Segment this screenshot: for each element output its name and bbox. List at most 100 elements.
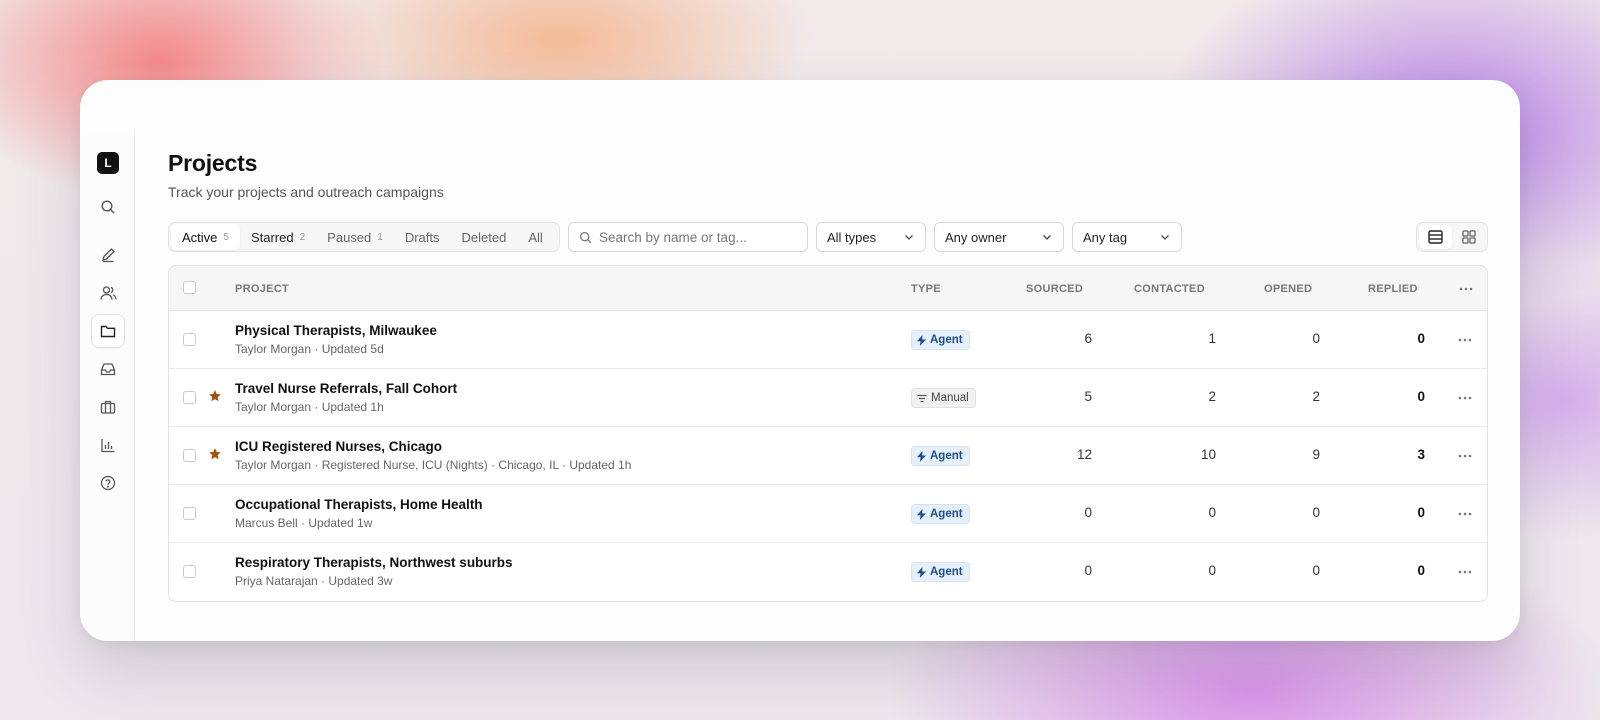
table-header: PROJECT TYPE SOURCED CONTACTED OPENED RE… <box>169 266 1487 311</box>
tab-deleted[interactable]: Deleted <box>451 224 518 250</box>
column-header-project[interactable]: PROJECT <box>235 266 289 311</box>
project-name[interactable]: Travel Nurse Referrals, Fall Cohort <box>235 381 457 396</box>
select-all-checkbox[interactable] <box>183 281 196 294</box>
sidebar-item-jobs[interactable] <box>91 390 125 424</box>
column-header-opened[interactable]: OPENED <box>1264 266 1312 311</box>
tab-label: Starred <box>250 229 294 245</box>
type-badge-label: Manual <box>931 392 969 404</box>
tab-count: 1 <box>377 231 383 243</box>
row-actions-button[interactable] <box>1457 391 1473 405</box>
column-header-type[interactable]: TYPE <box>911 266 941 311</box>
sidebar-item-projects[interactable] <box>91 314 125 348</box>
replied-count: 0 <box>1417 563 1425 578</box>
project-name[interactable]: Respiratory Therapists, Northwest suburb… <box>235 555 513 570</box>
sidebar-item-inbox[interactable] <box>91 352 125 386</box>
sourced-count: 5 <box>1084 389 1092 404</box>
app-logo[interactable]: L <box>97 152 119 174</box>
chevron-down-icon <box>1161 235 1169 240</box>
users-icon <box>99 286 117 300</box>
table-row[interactable]: ICU Registered Nurses, Chicago Taylor Mo… <box>169 427 1487 485</box>
sidebar-item-compose[interactable] <box>91 238 125 272</box>
replied-count: 3 <box>1417 447 1425 462</box>
more-horizontal-icon <box>1458 454 1472 458</box>
opened-count: 0 <box>1312 505 1320 520</box>
briefcase-icon <box>100 400 116 414</box>
sourced-count: 0 <box>1084 563 1092 578</box>
tab-label: All <box>528 229 543 245</box>
type-filter-select[interactable]: All types <box>816 222 926 252</box>
row-actions-button[interactable] <box>1457 565 1473 579</box>
tab-all[interactable]: All <box>517 224 553 250</box>
column-options-button[interactable] <box>1459 266 1473 311</box>
contacted-count: 10 <box>1200 447 1216 462</box>
project-name[interactable]: Occupational Therapists, Home Health <box>235 497 483 512</box>
view-toggle <box>1416 222 1488 252</box>
opened-count: 9 <box>1312 447 1320 462</box>
project-name[interactable]: Physical Therapists, Milwaukee <box>235 323 437 338</box>
type-badge-label: Agent <box>930 508 963 520</box>
tag-filter-value: Any tag <box>1083 229 1128 245</box>
grid-view-icon <box>1461 230 1476 244</box>
table-row[interactable]: Physical Therapists, Milwaukee Taylor Mo… <box>169 311 1487 369</box>
column-header-contacted[interactable]: CONTACTED <box>1134 266 1205 311</box>
tag-filter-select[interactable]: Any tag <box>1072 222 1182 252</box>
star-icon[interactable] <box>208 389 222 403</box>
search-box[interactable] <box>568 222 808 252</box>
row-checkbox[interactable] <box>183 507 196 520</box>
replied-count: 0 <box>1417 505 1425 520</box>
sidebar-item-help[interactable] <box>91 466 125 500</box>
lightning-icon <box>917 334 926 346</box>
toolbar: Active 5 Starred 2 Paused 1 Drafts Delet… <box>168 222 1488 252</box>
star-icon[interactable] <box>208 447 222 461</box>
project-meta: Taylor Morgan · Registered Nurse, ICU (N… <box>235 458 632 472</box>
column-header-replied[interactable]: REPLIED <box>1368 266 1418 311</box>
project-meta: Taylor Morgan · Updated 1h <box>235 400 384 414</box>
projects-table: PROJECT TYPE SOURCED CONTACTED OPENED RE… <box>168 265 1488 602</box>
sidebar-item-search[interactable] <box>91 190 125 224</box>
owner-filter-select[interactable]: Any owner <box>934 222 1064 252</box>
type-badge-label: Agent <box>930 334 963 346</box>
tab-label: Deleted <box>461 229 507 245</box>
table-row[interactable]: Occupational Therapists, Home Health Mar… <box>169 485 1487 543</box>
row-checkbox[interactable] <box>183 391 196 404</box>
type-badge-label: Agent <box>930 450 963 462</box>
search-icon <box>579 231 592 243</box>
main-content: Projects Track your projects and outreac… <box>168 80 1488 641</box>
column-header-sourced[interactable]: SOURCED <box>1026 266 1083 311</box>
sidebar-item-analytics[interactable] <box>91 428 125 462</box>
type-filter-value: All types <box>827 229 877 245</box>
project-meta: Taylor Morgan · Updated 5d <box>235 342 384 356</box>
grid-view-button[interactable] <box>1452 225 1485 249</box>
table-row[interactable]: Travel Nurse Referrals, Fall Cohort Tayl… <box>169 369 1487 427</box>
type-badge: Manual <box>911 388 976 408</box>
chevron-down-icon <box>1043 235 1051 240</box>
row-actions-button[interactable] <box>1457 449 1473 463</box>
tab-starred[interactable]: Starred 2 <box>240 224 316 250</box>
table-row[interactable]: Respiratory Therapists, Northwest suburb… <box>169 543 1487 601</box>
replied-count: 0 <box>1417 331 1425 346</box>
page-title: Projects <box>168 150 258 176</box>
status-tabs: Active 5 Starred 2 Paused 1 Drafts Delet… <box>168 222 560 252</box>
opened-count: 2 <box>1312 389 1320 404</box>
more-horizontal-icon <box>1458 512 1472 516</box>
type-badge: Agent <box>911 562 970 582</box>
lightning-icon <box>917 450 926 462</box>
list-view-button[interactable] <box>1419 225 1452 249</box>
lightning-icon <box>917 508 926 520</box>
tab-active[interactable]: Active 5 <box>171 224 240 250</box>
search-input[interactable] <box>599 229 799 245</box>
sourced-count: 0 <box>1084 505 1092 520</box>
bar-chart-icon <box>101 439 115 453</box>
row-actions-button[interactable] <box>1457 507 1473 521</box>
row-checkbox[interactable] <box>183 565 196 578</box>
lightning-icon <box>917 566 926 578</box>
project-name[interactable]: ICU Registered Nurses, Chicago <box>235 439 442 454</box>
row-checkbox[interactable] <box>183 449 196 462</box>
row-checkbox[interactable] <box>183 333 196 346</box>
row-actions-button[interactable] <box>1457 333 1473 347</box>
tab-drafts[interactable]: Drafts <box>394 224 451 250</box>
tab-paused[interactable]: Paused 1 <box>316 224 394 250</box>
sidebar-item-people[interactable] <box>91 276 125 310</box>
tab-count: 2 <box>299 231 306 243</box>
page-subtitle: Track your projects and outreach campaig… <box>168 184 444 200</box>
